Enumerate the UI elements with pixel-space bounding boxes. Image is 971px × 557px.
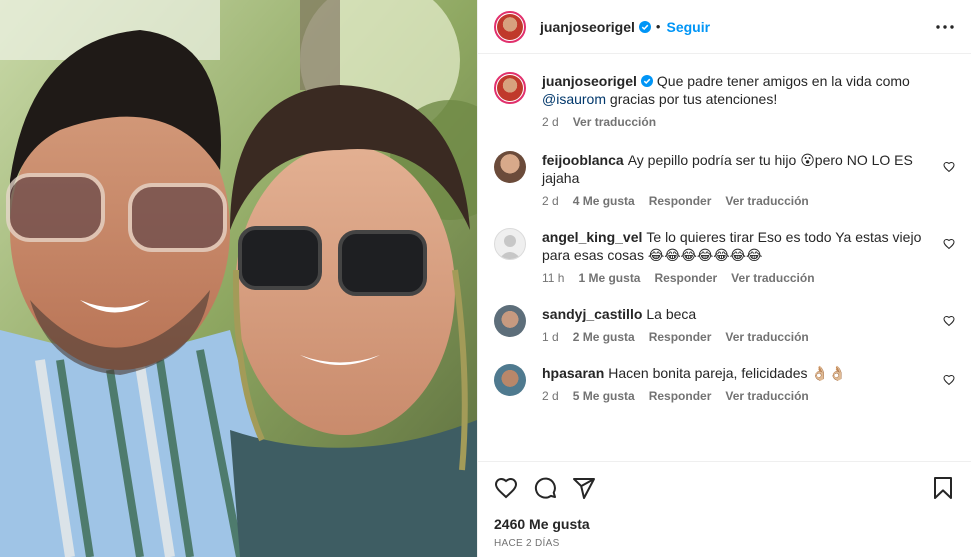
reply-button[interactable]: Responder	[654, 271, 717, 285]
post-header: juanjoseorigel • Seguir	[478, 0, 971, 54]
verified-badge-icon	[638, 20, 651, 33]
reply-button[interactable]: Responder	[649, 330, 712, 344]
share-icon[interactable]	[572, 476, 596, 500]
post-actions: 2460 Me gusta HACE 2 DÍAS	[478, 461, 971, 557]
translate-link[interactable]: Ver traducción	[725, 194, 808, 208]
translate-link[interactable]: Ver traducción	[731, 271, 814, 285]
more-options-icon[interactable]	[933, 15, 957, 39]
post-photo[interactable]	[0, 0, 477, 557]
commenter-avatar[interactable]	[494, 364, 526, 396]
caption-username[interactable]: juanjoseorigel	[542, 73, 637, 89]
comment-item: hpasaran Hacen bonita pareja, felicidades…	[494, 364, 955, 403]
caption-text-end: gracias por tus atenciones!	[609, 91, 778, 107]
verified-badge-icon	[640, 75, 653, 87]
comment-likes[interactable]: 5 Me gusta	[573, 389, 635, 403]
heart-icon[interactable]	[943, 238, 955, 250]
comment-likes[interactable]: 4 Me gusta	[573, 194, 635, 208]
post-timestamp: HACE 2 DÍAS	[494, 538, 560, 549]
reply-button[interactable]: Responder	[649, 389, 712, 403]
comment-username[interactable]: feijooblanca	[542, 152, 624, 168]
heart-icon[interactable]	[943, 161, 955, 173]
comment-likes[interactable]: 2 Me gusta	[573, 330, 635, 344]
post-details-panel: juanjoseorigel • Seguir juanjoseorigel Qu…	[477, 0, 971, 557]
comment-age: 2 d	[542, 389, 559, 403]
comment-age: 2 d	[542, 194, 559, 208]
likes-count[interactable]: 2460 Me gusta	[494, 516, 955, 532]
author-username[interactable]: juanjoseorigel	[540, 19, 635, 35]
comment-item: sandyj_castillo La beca 1 d 2 Me gusta Re…	[494, 305, 955, 344]
post-image	[0, 0, 477, 557]
comment-text: Hacen bonita pareja, felicidades 👌🏼👌🏼	[608, 365, 847, 381]
post-caption: juanjoseorigel Que padre tener amigos en …	[494, 72, 955, 129]
translate-link[interactable]: Ver traducción	[725, 330, 808, 344]
commenter-avatar[interactable]	[494, 151, 526, 183]
comment-username[interactable]: angel_king_vel	[542, 229, 642, 245]
commenter-avatar[interactable]	[494, 305, 526, 337]
comments-list: juanjoseorigel Que padre tener amigos en …	[478, 54, 971, 461]
heart-icon[interactable]	[943, 374, 955, 386]
comment-text: La beca	[646, 306, 697, 322]
heart-icon[interactable]	[943, 315, 955, 327]
caption-age: 2 d	[542, 115, 559, 129]
comment-username[interactable]: hpasaran	[542, 365, 604, 381]
heart-icon[interactable]	[494, 476, 518, 500]
caption-mention-link[interactable]: @isaurom	[542, 91, 606, 107]
caption-author-avatar[interactable]	[494, 72, 526, 104]
comment-icon[interactable]	[533, 476, 557, 500]
reply-button[interactable]: Responder	[649, 194, 712, 208]
bookmark-icon[interactable]	[931, 476, 955, 500]
translate-link[interactable]: Ver traducción	[725, 389, 808, 403]
comment-item: feijooblanca Ay pepillo podría ser tu hij…	[494, 151, 955, 208]
translate-link[interactable]: Ver traducción	[573, 115, 656, 129]
comment-item: angel_king_vel Te lo quieres tirar Eso es…	[494, 228, 955, 285]
comment-age: 11 h	[542, 271, 565, 285]
caption-text: Que padre tener amigos en la vida como	[656, 73, 910, 89]
separator-dot: •	[655, 19, 661, 34]
comment-likes[interactable]: 1 Me gusta	[578, 271, 640, 285]
comment-username[interactable]: sandyj_castillo	[542, 306, 642, 322]
comment-age: 1 d	[542, 330, 559, 344]
follow-button[interactable]: Seguir	[666, 19, 710, 35]
author-avatar[interactable]	[494, 10, 526, 43]
commenter-avatar[interactable]	[494, 228, 526, 260]
